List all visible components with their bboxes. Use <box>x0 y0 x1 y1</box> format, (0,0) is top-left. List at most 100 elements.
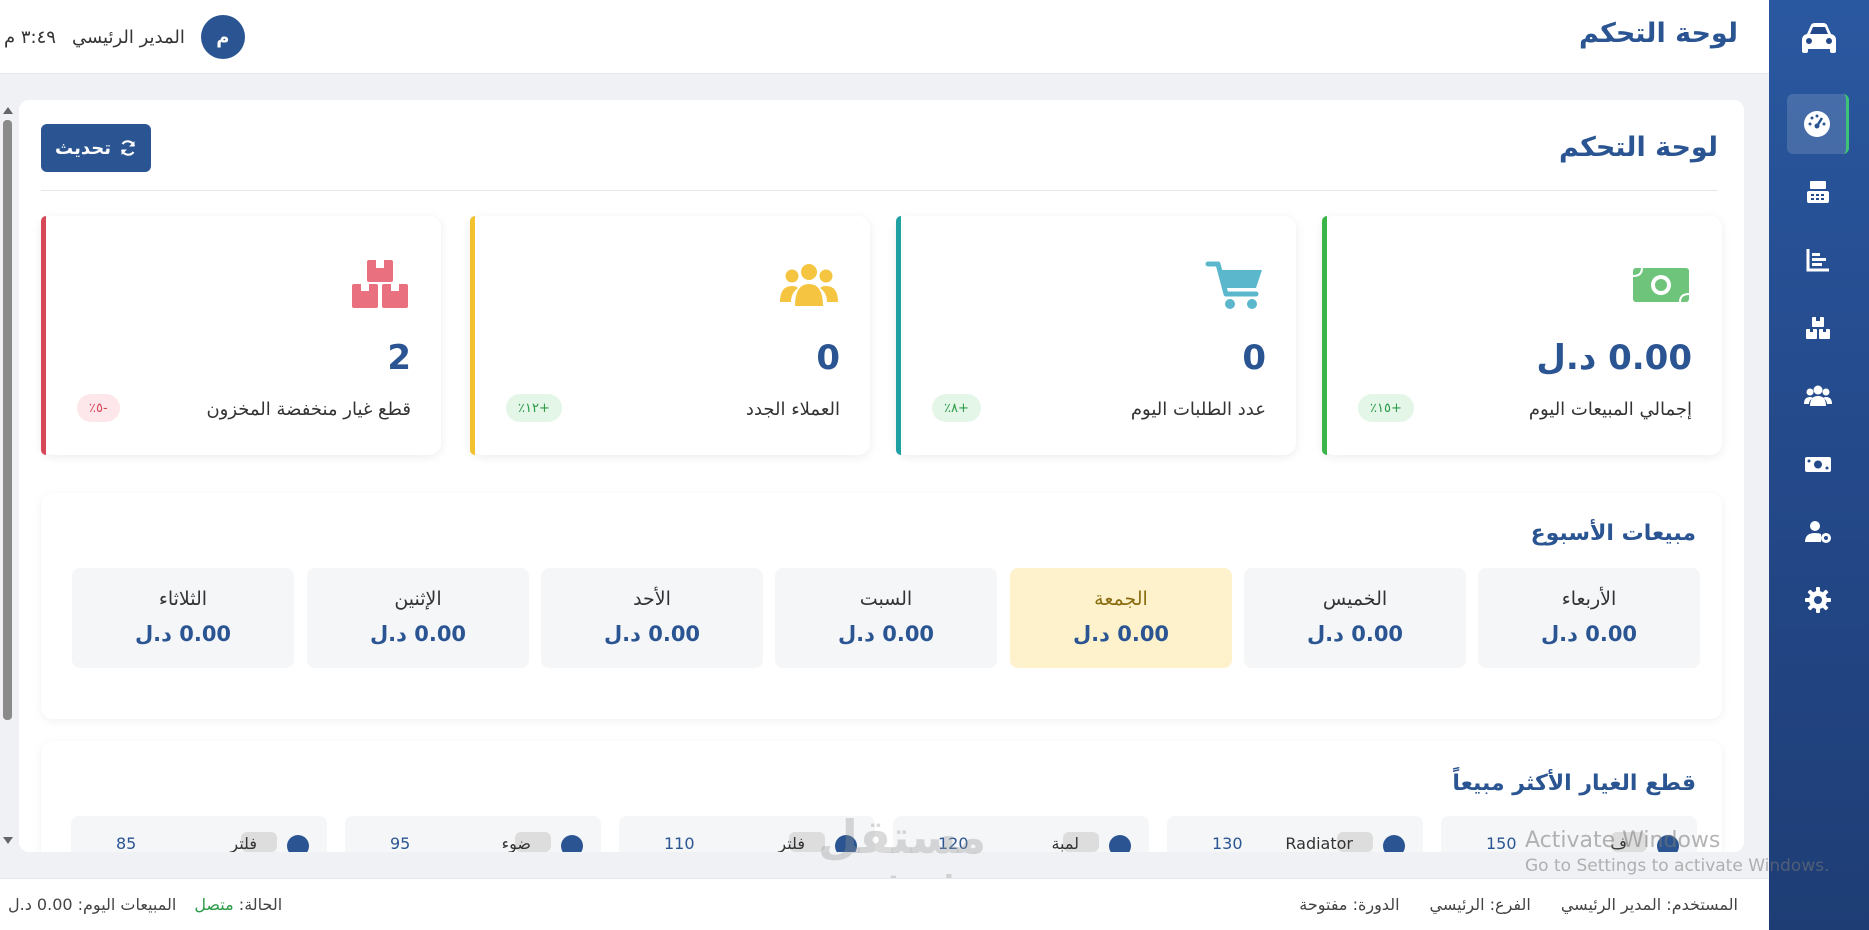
card-accent <box>1322 216 1327 455</box>
stat-label: قطع غيار منخفضة المخزون <box>206 399 411 420</box>
stat-value: 0 <box>1242 338 1266 378</box>
stat-label: عدد الطلبات اليوم <box>1130 399 1266 420</box>
part-count: 150 <box>1486 834 1517 852</box>
avatar[interactable]: م <box>200 15 245 59</box>
stat-value: 0 <box>816 338 840 378</box>
clock: ٣:٤٩ م <box>4 26 56 48</box>
day-name: الأحد <box>633 588 671 610</box>
activate-windows-notice: Activate Windows Go to Settings to activ… <box>1525 828 1830 876</box>
footer-status: الحالة: متصل <box>194 895 282 914</box>
weekly-sales-section: مبيعات الأسبوع الأربعاء 0.00 د.ل الخميس … <box>41 493 1722 719</box>
day-card: الأربعاء 0.00 د.ل <box>1478 568 1700 668</box>
rank-dot <box>1109 835 1131 852</box>
day-value: 0.00 د.ل <box>837 622 935 646</box>
card-accent <box>41 216 46 455</box>
day-value: 0.00 د.ل <box>1540 622 1638 646</box>
title-divider <box>41 190 1718 191</box>
brand-watermark: مستقل <box>818 810 987 864</box>
status-bar: المستخدم: المدير الرئيسي الفرع: الرئيسي … <box>0 878 1769 930</box>
sidebar-item-pos[interactable] <box>1787 162 1849 222</box>
session-info: المستخدم: المدير الرئيسي الفرع: الرئيسي … <box>1299 895 1738 914</box>
top-part-item[interactable]: ضوء 95 <box>345 816 601 852</box>
chart-icon <box>1806 249 1829 272</box>
day-card: الإثنين 0.00 د.ل <box>307 568 529 668</box>
day-card: الأحد 0.00 د.ل <box>541 568 763 668</box>
day-name: الجمعة <box>1094 588 1148 610</box>
users-icon <box>780 264 838 306</box>
money-bill-icon <box>1632 267 1690 303</box>
top-part-item[interactable]: فلتر 85 <box>71 816 327 852</box>
day-value: 0.00 د.ل <box>369 622 467 646</box>
rank-dot <box>561 835 583 852</box>
part-name: ضوء <box>501 834 531 852</box>
stat-card-customers: 0 العملاء الجدد +١٢٪ <box>470 216 870 455</box>
cart-icon <box>1205 261 1262 309</box>
sidebar-item-inventory[interactable] <box>1787 298 1849 358</box>
day-name: السبت <box>859 588 913 610</box>
stat-card-sales: 0.00 د.ل إجمالي المبيعات اليوم +١٥٪ <box>1322 216 1722 455</box>
stat-change-badge: -٥٪ <box>77 394 120 422</box>
sidebar-item-users-admin[interactable] <box>1787 502 1849 562</box>
part-count: 95 <box>390 834 411 852</box>
rank-dot <box>287 835 309 852</box>
sidebar-item-dashboard[interactable] <box>1787 94 1849 154</box>
day-name: الإثنين <box>394 588 442 610</box>
scroll-thumb[interactable] <box>3 120 12 720</box>
dashboard-icon <box>1803 111 1830 137</box>
day-value: 0.00 د.ل <box>1072 622 1170 646</box>
status-label: الحالة: <box>238 895 283 914</box>
scroll-down-arrow-icon[interactable] <box>3 837 13 844</box>
refresh-button[interactable]: تحديث <box>41 124 151 172</box>
top-header: لوحة التحكم ٣:٤٩ م المدير الرئيسي م <box>0 0 1769 74</box>
page-title: لوحة التحكم <box>1578 18 1738 49</box>
top-part-item[interactable]: Radiator 130 <box>1167 816 1423 852</box>
day-card: السبت 0.00 د.ل <box>775 568 997 668</box>
refresh-label: تحديث <box>55 137 111 159</box>
stat-change-badge: +١٥٪ <box>1358 394 1414 422</box>
stat-value: 2 <box>387 338 411 378</box>
boxes-icon <box>1806 317 1830 339</box>
day-name: الخميس <box>1322 588 1388 610</box>
part-name: لمبة <box>1051 834 1079 852</box>
part-count: 130 <box>1212 834 1243 852</box>
stat-change-badge: +٨٪ <box>932 394 981 422</box>
part-name: فلتر <box>778 834 805 852</box>
money-icon <box>1805 457 1831 472</box>
day-value: 0.00 د.ل <box>1306 622 1404 646</box>
sidebar-item-reports[interactable] <box>1787 230 1849 290</box>
dashboard-panel: لوحة التحكم تحديث 0.00 د.ل إجمالي المبيع… <box>19 100 1744 852</box>
footer-session: الدورة: مفتوحة <box>1299 895 1400 914</box>
top-parts-title: قطع الغيار الأكثر مبيعاً <box>1452 771 1696 796</box>
activate-title: Activate Windows <box>1525 828 1721 853</box>
day-card: الخميس 0.00 د.ل <box>1244 568 1466 668</box>
sidebar-item-settings[interactable] <box>1787 570 1849 630</box>
boxes-icon <box>352 260 408 308</box>
footer-branch: الفرع: الرئيسي <box>1429 895 1531 914</box>
user-settings-icon <box>1805 521 1831 543</box>
footer-user: المستخدم: المدير الرئيسي <box>1560 895 1738 914</box>
part-name: Radiator <box>1285 834 1353 852</box>
weekly-sales-title: مبيعات الأسبوع <box>1530 521 1696 546</box>
sidebar-item-customers[interactable] <box>1787 366 1849 426</box>
stat-card-low-stock: 2 قطع غيار منخفضة المخزون -٥٪ <box>41 216 441 455</box>
sidebar-item-finance[interactable] <box>1787 434 1849 494</box>
card-accent <box>896 216 901 455</box>
part-count: 85 <box>116 834 137 852</box>
gear-icon <box>1805 587 1831 613</box>
part-name: فلتر <box>230 834 257 852</box>
day-name: الأربعاء <box>1561 588 1617 610</box>
stat-label: العملاء الجدد <box>745 399 840 420</box>
dashboard-title: لوحة التحكم <box>1558 132 1718 163</box>
stat-label: إجمالي المبيعات اليوم <box>1528 399 1692 420</box>
user-name: المدير الرئيسي <box>71 26 185 48</box>
footer-today-sales: المبيعات اليوم: 0.00 د.ل <box>8 895 177 914</box>
user-info[interactable]: ٣:٤٩ م المدير الرئيسي م <box>4 15 245 59</box>
day-card-today: الجمعة 0.00 د.ل <box>1010 568 1232 668</box>
car-icon[interactable] <box>1799 20 1839 58</box>
scroll-up-arrow-icon[interactable] <box>3 107 13 114</box>
stat-value: 0.00 د.ل <box>1536 338 1692 378</box>
stat-change-badge: +١٢٪ <box>506 394 562 422</box>
status-value: متصل <box>194 895 234 914</box>
activate-subtitle: Go to Settings to activate Windows. <box>1525 856 1830 876</box>
connection-info: الحالة: متصل المبيعات اليوم: 0.00 د.ل <box>8 895 282 914</box>
